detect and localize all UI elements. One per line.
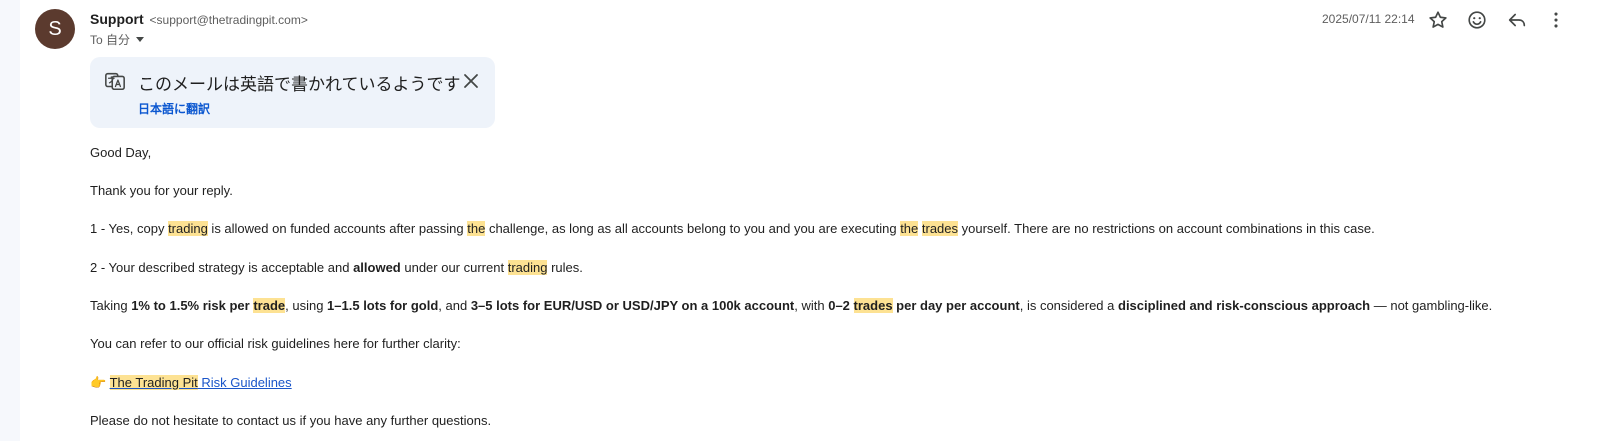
search-highlight: the <box>900 221 919 236</box>
emoji-icon[interactable] <box>1466 9 1488 31</box>
sender-email: <support@thetradingpit.com> <box>149 13 308 27</box>
star-icon[interactable] <box>1427 9 1449 31</box>
refer-line: You can refer to our official risk guide… <box>90 336 461 351</box>
search-highlight: the <box>467 221 486 236</box>
point-2: 2 - Your described strategy is acceptabl… <box>90 260 583 275</box>
message-datetime: 2025/07/11 22:14 <box>1322 12 1415 26</box>
risk-paragraph: Taking 1% to 1.5% risk per trade, using … <box>90 298 1493 313</box>
point-1: 1 - Yes, copy trading is allowed on fund… <box>90 221 1375 236</box>
greeting: Good Day, <box>90 145 152 160</box>
more-vert-icon[interactable] <box>1545 9 1567 31</box>
translate-banner-title: このメールは英語で書かれているようです <box>138 75 461 94</box>
search-highlight: trades <box>921 221 959 236</box>
avatar[interactable]: S <box>35 9 75 49</box>
left-rail <box>0 0 20 441</box>
search-highlight: trades <box>853 298 893 313</box>
guidelines-line: 👉 The Trading Pit Risk Guidelines <box>90 375 292 391</box>
sender-name[interactable]: Support <box>90 11 144 27</box>
translate-banner: このメールは英語で書かれているようです 日本語に翻訳 <box>90 57 495 128</box>
recipient-label: To 自分 <box>90 33 131 47</box>
sender-line: Support <support@thetradingpit.com> <box>90 11 308 27</box>
search-highlight: trading <box>507 260 548 275</box>
pointing-hand-icon: 👉 <box>90 375 110 390</box>
close-icon[interactable] <box>461 71 481 91</box>
closing-line: Please do not hesitate to contact us if … <box>90 413 492 428</box>
search-highlight: trading <box>168 221 208 236</box>
reply-icon[interactable] <box>1506 9 1528 31</box>
recipient-line[interactable]: To 自分 <box>90 31 145 48</box>
search-highlight: trade <box>253 298 286 313</box>
translate-to-japanese-link[interactable]: 日本語に翻訳 <box>138 100 210 117</box>
thanks-line: Thank you for your reply. <box>90 183 233 198</box>
translate-icon <box>104 70 126 92</box>
chevron-down-icon[interactable] <box>136 37 145 42</box>
risk-guidelines-link[interactable]: The Trading Pit Risk Guidelines <box>109 375 292 390</box>
